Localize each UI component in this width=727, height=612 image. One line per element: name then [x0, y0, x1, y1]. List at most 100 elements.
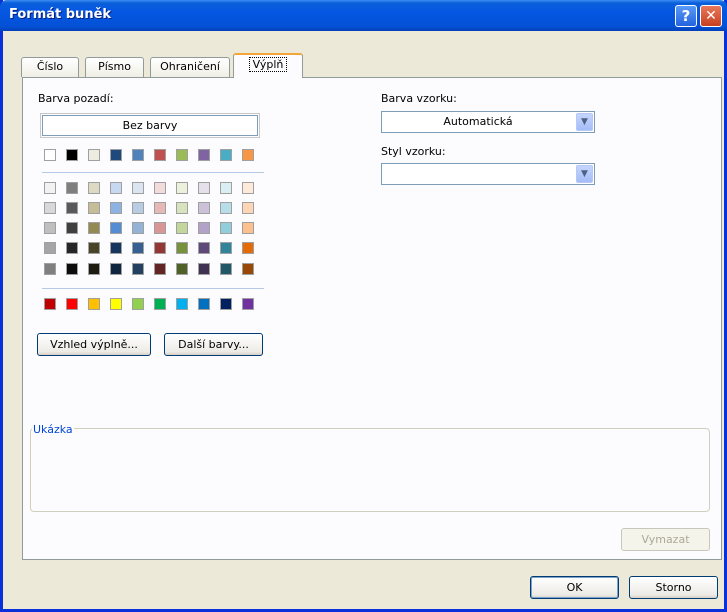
- color-swatch[interactable]: [154, 149, 166, 161]
- color-swatch[interactable]: [44, 182, 56, 194]
- tab-number[interactable]: Číslo: [21, 57, 79, 77]
- tab-fill[interactable]: Výplň: [233, 53, 303, 78]
- color-swatch[interactable]: [66, 222, 78, 234]
- color-swatch[interactable]: [110, 263, 122, 275]
- standard-color-swatch[interactable]: [176, 298, 188, 310]
- color-swatch[interactable]: [220, 242, 232, 254]
- color-swatch[interactable]: [198, 202, 210, 214]
- pattern-style-label: Styl vzorku:: [381, 145, 446, 158]
- close-icon: ✕: [705, 8, 717, 24]
- color-swatch[interactable]: [88, 182, 100, 194]
- color-swatch[interactable]: [132, 222, 144, 234]
- pattern-color-label: Barva vzorku:: [381, 92, 457, 105]
- ok-button[interactable]: OK: [530, 576, 619, 599]
- window-title: Formát buněk: [9, 7, 112, 22]
- tab-font-label: Písmo: [98, 60, 131, 73]
- color-swatch[interactable]: [154, 202, 166, 214]
- color-swatch[interactable]: [198, 182, 210, 194]
- color-swatch[interactable]: [198, 263, 210, 275]
- standard-color-swatch[interactable]: [198, 298, 210, 310]
- color-swatch[interactable]: [154, 222, 166, 234]
- color-swatch[interactable]: [88, 242, 100, 254]
- color-swatch[interactable]: [88, 263, 100, 275]
- chevron-down-icon[interactable]: ▼: [576, 165, 593, 183]
- color-swatch[interactable]: [110, 202, 122, 214]
- color-swatch[interactable]: [132, 202, 144, 214]
- color-swatch[interactable]: [110, 242, 122, 254]
- standard-color-swatch[interactable]: [44, 298, 56, 310]
- chevron-down-icon[interactable]: ▼: [576, 113, 593, 131]
- tab-border[interactable]: Ohraničení: [150, 57, 230, 77]
- standard-color-swatch[interactable]: [66, 298, 78, 310]
- fill-effects-button[interactable]: Vzhled výplně...: [37, 333, 151, 356]
- color-swatch[interactable]: [44, 149, 56, 161]
- color-swatch[interactable]: [242, 202, 254, 214]
- color-swatch[interactable]: [176, 242, 188, 254]
- clear-button[interactable]: Vymazat: [621, 528, 710, 551]
- color-swatch[interactable]: [176, 202, 188, 214]
- standard-color-swatch[interactable]: [132, 298, 144, 310]
- color-swatch[interactable]: [242, 222, 254, 234]
- color-swatch[interactable]: [154, 242, 166, 254]
- tab-number-label: Číslo: [36, 60, 64, 73]
- color-swatch[interactable]: [220, 263, 232, 275]
- color-swatch[interactable]: [220, 182, 232, 194]
- standard-color-swatch[interactable]: [88, 298, 100, 310]
- color-swatch[interactable]: [110, 182, 122, 194]
- tab-font[interactable]: Písmo: [85, 57, 144, 77]
- color-swatch[interactable]: [132, 182, 144, 194]
- color-swatch[interactable]: [242, 242, 254, 254]
- color-swatch[interactable]: [132, 263, 144, 275]
- color-swatch[interactable]: [198, 242, 210, 254]
- palette-separator: [42, 288, 264, 289]
- color-swatch[interactable]: [132, 149, 144, 161]
- more-colors-button[interactable]: Další barvy...: [164, 333, 263, 356]
- color-swatch[interactable]: [176, 263, 188, 275]
- help-icon: ?: [681, 7, 691, 25]
- color-swatch[interactable]: [88, 222, 100, 234]
- color-swatch[interactable]: [220, 202, 232, 214]
- pattern-color-value: Automatická: [443, 115, 513, 128]
- color-swatch[interactable]: [110, 222, 122, 234]
- pattern-style-dropdown[interactable]: ▼: [381, 163, 595, 185]
- color-swatch[interactable]: [176, 149, 188, 161]
- color-swatch[interactable]: [198, 222, 210, 234]
- color-swatch[interactable]: [242, 182, 254, 194]
- standard-color-swatch[interactable]: [154, 298, 166, 310]
- color-swatch[interactable]: [242, 263, 254, 275]
- color-swatch[interactable]: [44, 222, 56, 234]
- pattern-color-dropdown[interactable]: Automatická ▼: [381, 111, 595, 133]
- color-swatch[interactable]: [66, 202, 78, 214]
- sample-group-label: Ukázka: [32, 423, 74, 436]
- color-swatch[interactable]: [132, 242, 144, 254]
- color-swatch[interactable]: [110, 149, 122, 161]
- sample-group: [30, 428, 710, 512]
- tab-fill-label: Výplň: [248, 57, 288, 72]
- standard-color-swatch[interactable]: [220, 298, 232, 310]
- standard-color-swatch[interactable]: [242, 298, 254, 310]
- color-swatch[interactable]: [44, 202, 56, 214]
- color-swatch[interactable]: [44, 242, 56, 254]
- color-swatch[interactable]: [66, 149, 78, 161]
- help-button[interactable]: ?: [675, 5, 697, 27]
- color-swatch[interactable]: [242, 149, 254, 161]
- color-swatch[interactable]: [66, 263, 78, 275]
- color-swatch[interactable]: [66, 242, 78, 254]
- color-swatch[interactable]: [154, 182, 166, 194]
- color-swatch[interactable]: [88, 149, 100, 161]
- color-swatch[interactable]: [176, 222, 188, 234]
- standard-color-swatch[interactable]: [110, 298, 122, 310]
- no-color-button[interactable]: Bez barvy: [40, 113, 260, 138]
- color-swatch[interactable]: [220, 149, 232, 161]
- color-swatch[interactable]: [220, 222, 232, 234]
- color-swatch[interactable]: [66, 182, 78, 194]
- title-bar[interactable]: Formát buněk ? ✕: [0, 0, 727, 31]
- color-swatch[interactable]: [88, 202, 100, 214]
- color-swatch[interactable]: [44, 263, 56, 275]
- color-swatch[interactable]: [198, 149, 210, 161]
- color-swatch[interactable]: [176, 182, 188, 194]
- close-button[interactable]: ✕: [700, 5, 722, 27]
- cancel-button[interactable]: Storno: [629, 576, 718, 599]
- palette-separator: [42, 172, 264, 173]
- color-swatch[interactable]: [154, 263, 166, 275]
